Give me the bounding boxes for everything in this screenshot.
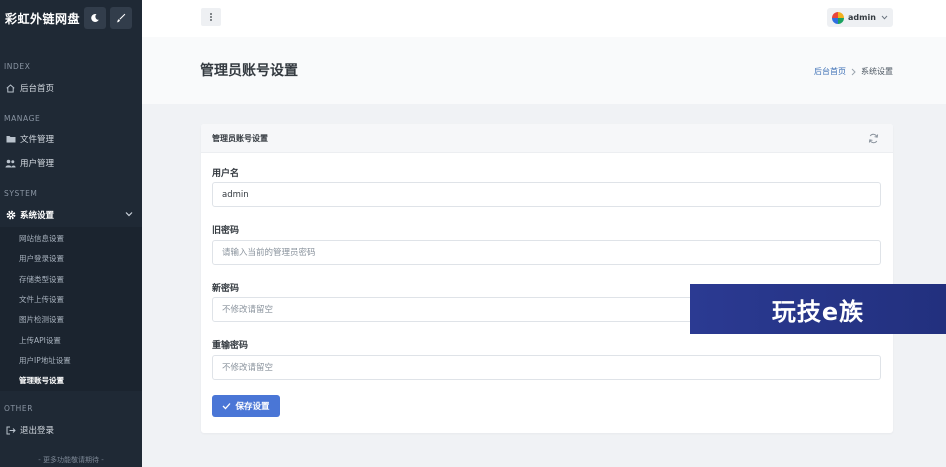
more-menu-button[interactable] — [201, 8, 221, 26]
sidebar-item-settings[interactable]: 系统设置 — [0, 205, 142, 225]
section-system-heading: SYSTEM — [4, 189, 38, 198]
submenu-item-storage[interactable]: 存储类型设置 — [19, 274, 64, 285]
home-icon — [5, 83, 16, 94]
username-input[interactable] — [212, 182, 881, 207]
breadcrumb: 后台首页 系统设置 — [814, 66, 893, 77]
sidebar-item-label: 退出登录 — [20, 426, 55, 436]
theme-settings-button[interactable] — [110, 7, 132, 29]
submenu-item-upload-api[interactable]: 上传API设置 — [19, 335, 61, 346]
chevron-down-icon — [881, 15, 888, 20]
watermark-banner: 玩技e族 — [690, 284, 946, 334]
check-icon — [223, 403, 231, 410]
submenu-item-site-info[interactable]: 网站信息设置 — [19, 233, 64, 244]
users-icon — [5, 158, 16, 169]
submenu-item-user-ip[interactable]: 用户IP地址设置 — [19, 355, 71, 366]
gear-icon — [5, 210, 16, 221]
sidebar-item-label: 用户管理 — [20, 159, 55, 169]
sidebar-footer-note: - 更多功能敬请期待 - — [38, 456, 104, 464]
moon-icon — [91, 13, 99, 22]
section-index-heading: INDEX — [4, 62, 31, 71]
section-manage-heading: MANAGE — [4, 114, 41, 123]
page-header: 管理员账号设置 后台首页 系统设置 — [142, 37, 946, 104]
account-settings-card: 管理员账号设置 用户名 旧密码 新密码 重输密码 保存设置 — [201, 124, 893, 433]
dark-mode-toggle[interactable] — [84, 7, 106, 29]
section-other-heading: OTHER — [4, 404, 34, 413]
submenu-item-upload[interactable]: 文件上传设置 — [19, 294, 64, 305]
sidebar: 彩虹外链网盘 INDEX 后台首页 MANAGE 文件管理 用户管理 SYSTE… — [0, 0, 142, 467]
chevron-right-icon — [851, 68, 856, 75]
breadcrumb-home-link[interactable]: 后台首页 — [814, 66, 846, 77]
logout-icon — [5, 425, 16, 436]
user-menu-button[interactable]: admin — [827, 8, 893, 27]
submenu-item-admin-account[interactable]: 管理账号设置 — [19, 375, 64, 386]
submenu-item-image-check[interactable]: 图片检测设置 — [19, 314, 64, 325]
sidebar-item-files[interactable]: 文件管理 — [0, 129, 142, 149]
more-vertical-icon — [210, 13, 212, 21]
avatar — [832, 11, 844, 24]
old-password-label: 旧密码 — [212, 226, 240, 236]
sidebar-item-label: 文件管理 — [20, 135, 55, 145]
new-password-label: 新密码 — [212, 284, 240, 294]
save-button[interactable]: 保存设置 — [212, 395, 280, 417]
sidebar-item-users[interactable]: 用户管理 — [0, 153, 142, 173]
brush-icon — [116, 13, 126, 23]
sidebar-item-home[interactable]: 后台首页 — [0, 78, 142, 98]
card-title: 管理员账号设置 — [212, 133, 268, 143]
watermark-text: 玩技e族 — [771, 297, 865, 326]
breadcrumb-current: 系统设置 — [861, 67, 893, 76]
confirm-password-input[interactable] — [212, 355, 881, 380]
brand-title: 彩虹外链网盘 — [5, 11, 81, 26]
refresh-icon[interactable] — [868, 133, 879, 144]
settings-submenu: 网站信息设置 用户登录设置 存储类型设置 文件上传设置 图片检测设置 上传API… — [0, 227, 142, 391]
submenu-item-login[interactable]: 用户登录设置 — [19, 253, 64, 264]
old-password-input[interactable] — [212, 240, 881, 265]
sidebar-item-label: 系统设置 — [20, 211, 55, 221]
sidebar-item-label: 后台首页 — [20, 84, 55, 94]
user-name: admin — [848, 13, 876, 22]
card-header: 管理员账号设置 — [201, 124, 893, 153]
page-title: 管理员账号设置 — [200, 63, 298, 79]
save-button-label: 保存设置 — [235, 402, 270, 412]
sidebar-item-logout[interactable]: 退出登录 — [0, 420, 142, 440]
folder-icon — [5, 134, 16, 145]
chevron-down-icon — [125, 212, 133, 217]
confirm-password-label: 重输密码 — [212, 341, 249, 351]
username-label: 用户名 — [212, 169, 240, 179]
top-bar: admin — [142, 0, 946, 37]
